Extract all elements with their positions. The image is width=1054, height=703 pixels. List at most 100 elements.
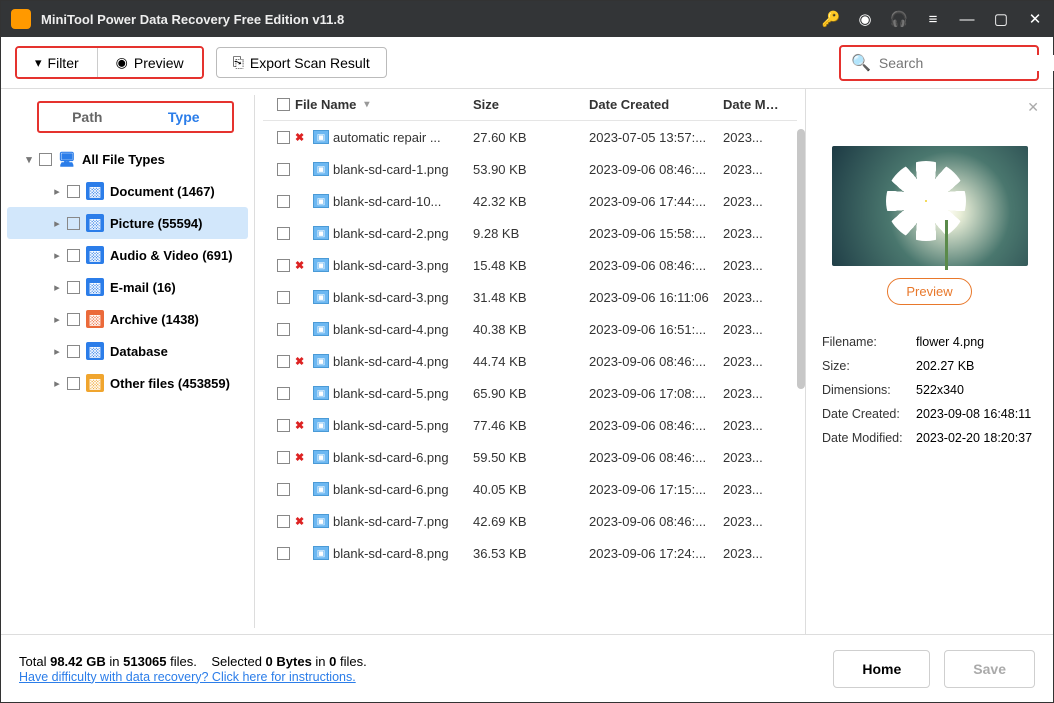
tree-checkbox[interactable] [39,153,52,166]
cell-filename: ▣blank-sd-card-3.png [295,290,473,305]
file-row[interactable]: ✖▣blank-sd-card-5.png77.46 KB2023-09-06 … [263,409,797,441]
tree-checkbox[interactable] [67,281,80,294]
file-row[interactable]: ▣blank-sd-card-1.png53.90 KB2023-09-06 0… [263,153,797,185]
tree-checkbox[interactable] [67,217,80,230]
filter-button[interactable]: ▾ Filter [17,48,98,77]
tree-item[interactable]: ▩Database [1,335,254,367]
row-checkbox[interactable] [271,195,295,208]
row-checkbox[interactable] [271,483,295,496]
cell-created: 2023-09-06 17:24:... [589,546,723,561]
row-checkbox[interactable] [271,227,295,240]
tree-item[interactable]: ▩E-mail (16) [1,271,254,303]
search-box[interactable]: 🔍 [839,45,1039,81]
header-checkbox[interactable] [271,98,295,111]
file-row[interactable]: ✖▣blank-sd-card-7.png42.69 KB2023-09-06 … [263,505,797,537]
row-checkbox[interactable] [271,163,295,176]
file-row[interactable]: ▣blank-sd-card-8.png36.53 KB2023-09-06 1… [263,537,797,569]
chevron-right-icon[interactable] [53,219,61,227]
chevron-right-icon[interactable] [53,187,61,195]
file-row[interactable]: ✖▣blank-sd-card-3.png15.48 KB2023-09-06 … [263,249,797,281]
tree-checkbox[interactable] [67,313,80,326]
save-button[interactable]: Save [944,650,1035,688]
row-checkbox[interactable] [271,547,295,560]
blank-icon [295,323,309,336]
home-button[interactable]: Home [833,650,930,688]
tree-checkbox[interactable] [67,377,80,390]
close-preview-icon[interactable]: ✕ [820,89,1039,116]
row-checkbox[interactable] [271,515,295,528]
tree-item[interactable]: ▩Audio & Video (691) [1,239,254,271]
chevron-right-icon[interactable] [53,347,61,355]
file-row[interactable]: ✖▣blank-sd-card-4.png44.74 KB2023-09-06 … [263,345,797,377]
cell-created: 2023-09-06 16:51:... [589,322,723,337]
tree-checkbox[interactable] [67,249,80,262]
preview-button[interactable]: ◉ Preview [98,48,202,77]
tree-item[interactable]: ▩Picture (55594) [7,207,248,239]
file-row[interactable]: ✖▣blank-sd-card-6.png59.50 KB2023-09-06 … [263,441,797,473]
export-label: Export Scan Result [250,55,370,71]
tree-item[interactable]: ▩Archive (1438) [1,303,254,335]
cell-filename: ✖▣blank-sd-card-7.png [295,514,473,529]
tree-checkbox[interactable] [67,345,80,358]
preview-open-button[interactable]: Preview [887,278,971,305]
row-checkbox[interactable] [271,419,295,432]
filter-preview-group: ▾ Filter ◉ Preview [15,46,204,79]
help-link[interactable]: Have difficulty with data recovery? Clic… [19,670,356,684]
row-checkbox[interactable] [271,291,295,304]
scrollbar[interactable] [797,129,805,389]
file-row[interactable]: ▣blank-sd-card-6.png40.05 KB2023-09-06 1… [263,473,797,505]
file-row[interactable]: ▣blank-sd-card-10...42.32 KB2023-09-06 1… [263,185,797,217]
meta-filename: flower 4.png [916,331,1037,353]
menu-icon[interactable]: ≡ [925,11,941,27]
cell-filename: ▣blank-sd-card-1.png [295,162,473,177]
cell-filename: ▣blank-sd-card-8.png [295,546,473,561]
image-file-icon: ▣ [313,130,329,144]
row-checkbox[interactable] [271,259,295,272]
maximize-icon[interactable]: ▢ [993,11,1009,27]
cell-size: 31.48 KB [473,290,589,305]
blank-icon [295,483,309,496]
file-row[interactable]: ▣blank-sd-card-4.png40.38 KB2023-09-06 1… [263,313,797,345]
row-checkbox[interactable] [271,355,295,368]
disc-icon[interactable]: ◉ [857,11,873,27]
row-checkbox[interactable] [271,451,295,464]
deleted-icon: ✖ [295,419,309,432]
tab-path[interactable]: Path [39,103,136,131]
file-row[interactable]: ▣blank-sd-card-2.png9.28 KB2023-09-06 15… [263,217,797,249]
key-icon[interactable]: 🔑 [823,11,839,27]
minimize-icon[interactable]: — [959,11,975,27]
image-file-icon: ▣ [313,194,329,208]
row-checkbox[interactable] [271,131,295,144]
cell-modified: 2023... [723,418,783,433]
cell-created: 2023-09-06 17:15:... [589,482,723,497]
tab-type[interactable]: Type [136,103,233,131]
export-scan-button[interactable]: ⎘ Export Scan Result [216,47,387,78]
cell-modified: 2023... [723,258,783,273]
meta-dim: 522x340 [916,379,1037,401]
tree-item[interactable]: ▩Other files (453859) [1,367,254,399]
file-row[interactable]: ▣blank-sd-card-5.png65.90 KB2023-09-06 1… [263,377,797,409]
chevron-down-icon[interactable] [25,155,33,163]
tree-item[interactable]: ▩Document (1467) [1,175,254,207]
chevron-right-icon[interactable] [53,251,61,259]
chevron-right-icon[interactable] [53,315,61,323]
close-icon[interactable]: ✕ [1027,11,1043,27]
headphone-icon[interactable]: 🎧 [891,11,907,27]
tree-root[interactable]: 🖥 All File Types [1,143,254,175]
app-logo-icon [11,9,31,29]
col-size[interactable]: Size [473,97,589,112]
preview-panel: ✕ Preview Filename:flower 4.png Size:202… [805,89,1053,634]
search-input[interactable] [879,55,1054,71]
tree-checkbox[interactable] [67,185,80,198]
file-row[interactable]: ▣blank-sd-card-3.png31.48 KB2023-09-06 1… [263,281,797,313]
col-created[interactable]: Date Created [589,97,723,112]
cell-modified: 2023... [723,514,783,529]
chevron-right-icon[interactable] [53,379,61,387]
file-row[interactable]: ✖▣automatic repair ...27.60 KB2023-07-05… [263,121,797,153]
chevron-right-icon[interactable] [53,283,61,291]
sort-icon: ▾ [364,99,369,110]
col-filename[interactable]: File Name▾ [295,97,473,112]
row-checkbox[interactable] [271,387,295,400]
row-checkbox[interactable] [271,323,295,336]
col-modified[interactable]: Date Modif [723,97,783,112]
